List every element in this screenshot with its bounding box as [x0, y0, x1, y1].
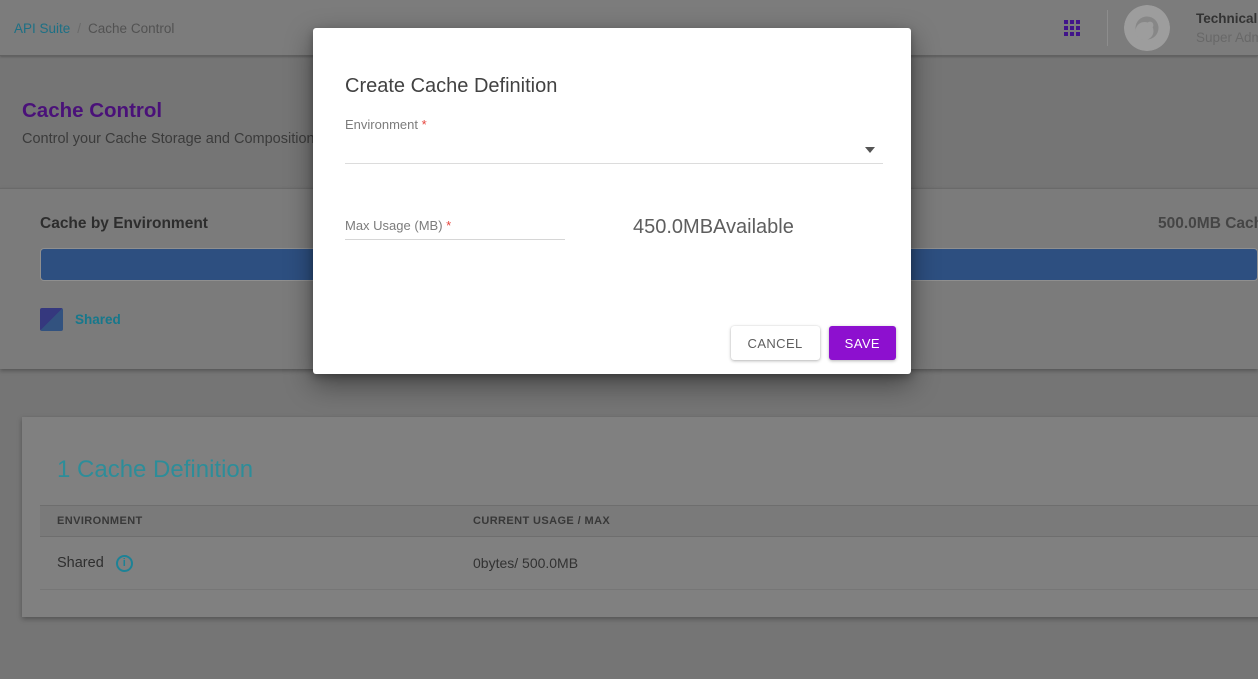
cancel-button[interactable]: CANCEL: [731, 326, 820, 360]
environment-field-label: Environment *: [345, 117, 427, 132]
environment-select[interactable]: [345, 136, 883, 164]
max-usage-input[interactable]: [345, 222, 565, 240]
required-asterisk: *: [422, 117, 427, 132]
available-amount-label: 450.0MBAvailable: [633, 216, 794, 239]
dialog-title: Create Cache Definition: [345, 75, 557, 98]
create-cache-definition-dialog: Create Cache Definition Environment * Ma…: [313, 28, 911, 374]
dialog-actions: CANCEL SAVE: [731, 326, 896, 360]
save-button[interactable]: SAVE: [829, 326, 896, 360]
chevron-down-icon: [865, 147, 875, 153]
